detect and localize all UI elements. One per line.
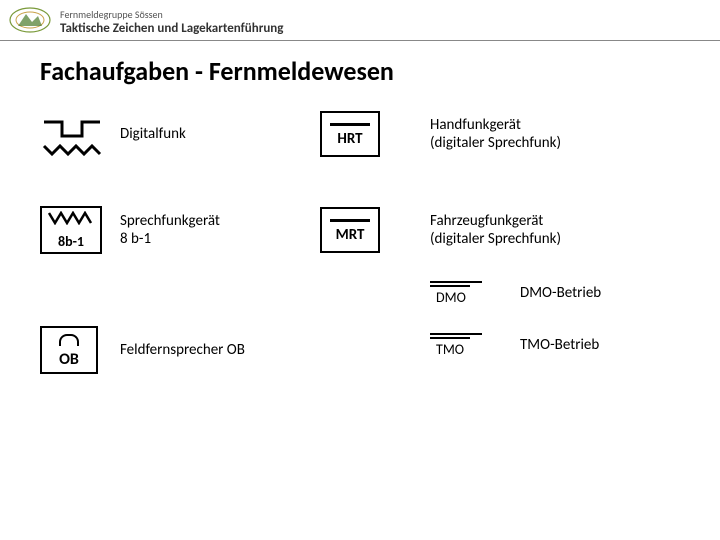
doc-subtitle: Taktische Zeichen und Lagekartenführung <box>60 21 708 36</box>
page-title: Fachaufgaben - Fernmeldewesen <box>0 41 720 97</box>
label-mrt-l1: Fahrzeugfunkgerät <box>430 212 543 230</box>
label-hrt: Handfunkgerät (digitaler Sprechfunk) <box>430 116 680 152</box>
label-mrt: Fahrzeugfunkgerät (digitaler Sprechfunk) <box>430 212 680 248</box>
row-sprechfunk: 8b-1 Sprechfunkgerät 8 b-1 MRT Fahrzeugf… <box>40 193 680 267</box>
label-sprechfunk-l2: 8 b-1 <box>120 230 151 248</box>
symbol-sprechfunk: 8b-1 <box>40 206 120 254</box>
slide-header: Fernmeldegruppe Sössen Taktische Zeichen… <box>0 0 720 41</box>
org-logo <box>8 6 52 34</box>
symbol-digitalfunk <box>40 110 120 158</box>
symbol-dmo: DMO <box>430 281 520 306</box>
row-tmo: TMO TMO-Betrieb <box>430 322 690 368</box>
label-sprechfunk: Sprechfunkgerät 8 b-1 <box>120 212 320 248</box>
ob-box-text: OB <box>42 350 96 369</box>
label-sprechfunk-l1: Sprechfunkgerät <box>120 212 220 230</box>
org-name: Fernmeldegruppe Sössen <box>60 8 708 21</box>
dmo-flag-text: DMO <box>436 289 496 306</box>
symbol-ob: OB <box>40 326 120 374</box>
mode-rows: DMO DMO-Betrieb TMO TMO-Betrieb <box>430 270 690 368</box>
sprechfunk-box-text: 8b-1 <box>42 233 100 250</box>
row-digitalfunk: Digitalfunk HRT Handfunkgerät (digitaler… <box>40 97 680 171</box>
symbol-tmo: TMO <box>430 333 520 358</box>
hrt-box-text: HRT <box>337 130 362 148</box>
label-digitalfunk: Digitalfunk <box>120 125 320 143</box>
mrt-box-text: MRT <box>336 226 365 244</box>
label-mrt-l2: (digitaler Sprechfunk) <box>430 230 561 248</box>
row-dmo: DMO DMO-Betrieb <box>430 270 690 316</box>
label-hrt-l1: Handfunkgerät <box>430 116 521 134</box>
label-tmo: TMO-Betrieb <box>520 336 599 354</box>
tmo-flag-text: TMO <box>436 341 496 358</box>
symbol-mrt: MRT <box>320 207 430 253</box>
label-dmo: DMO-Betrieb <box>520 284 601 302</box>
label-ob: Feldfernsprecher OB <box>120 341 390 359</box>
label-hrt-l2: (digitaler Sprechfunk) <box>430 134 561 152</box>
symbol-hrt: HRT <box>320 111 430 157</box>
